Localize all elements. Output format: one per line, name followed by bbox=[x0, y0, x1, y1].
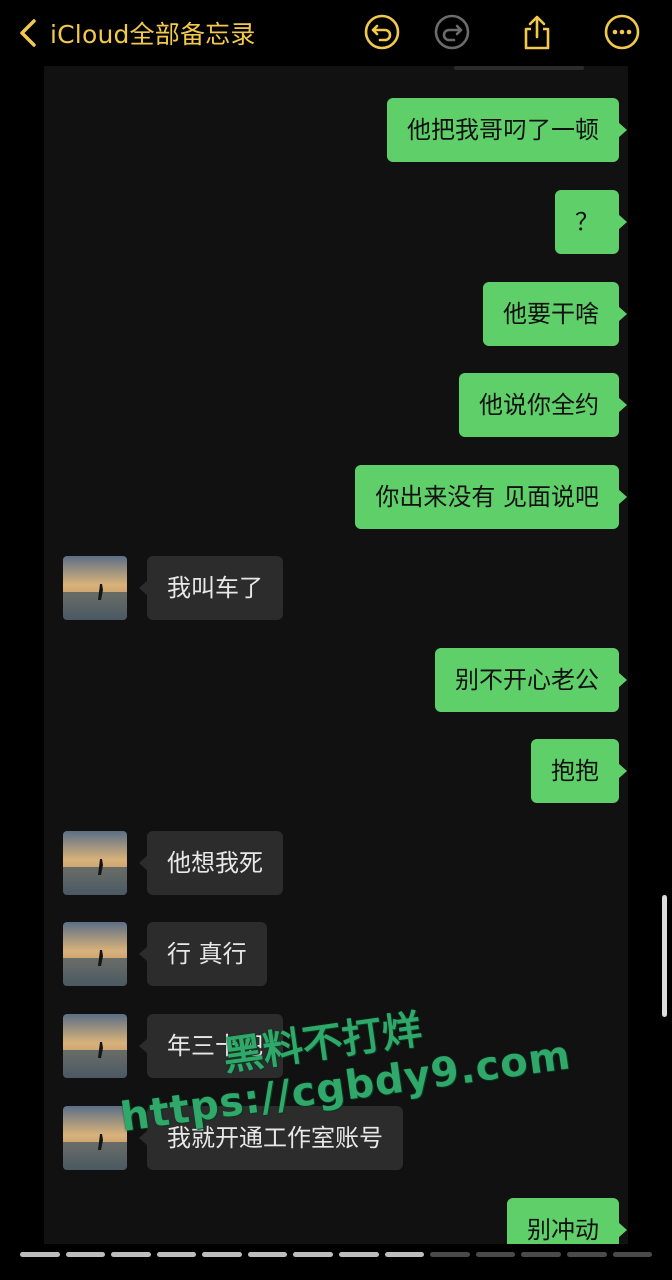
sunset-beach-avatar-image bbox=[63, 1106, 127, 1170]
outgoing-message-bubble: 别不开心老公 bbox=[435, 648, 627, 712]
sunset-beach-avatar-image bbox=[63, 556, 127, 620]
message-row: ？ bbox=[44, 190, 628, 254]
outgoing-message-bubble: 抱抱 bbox=[531, 739, 627, 803]
page-dot[interactable] bbox=[384, 1252, 425, 1257]
page-dot[interactable] bbox=[65, 1252, 106, 1257]
page-dot[interactable] bbox=[521, 1252, 561, 1257]
message-row: 抱抱 bbox=[44, 739, 628, 803]
sunset-beach-avatar-image bbox=[63, 1014, 127, 1078]
message-row: 你出来没有 见面说吧 bbox=[44, 465, 628, 529]
incoming-message-bubble: 我就开通工作室账号 bbox=[139, 1106, 403, 1170]
message-row: 行 真行 bbox=[44, 922, 628, 986]
page-dot[interactable] bbox=[111, 1252, 151, 1257]
message-row: 我叫车了 bbox=[44, 556, 628, 620]
page-dot[interactable] bbox=[475, 1252, 516, 1257]
message-row: 年三十吧 bbox=[44, 1014, 628, 1078]
message-row: 他把我哥叼了一顿 bbox=[44, 98, 628, 162]
avatar bbox=[63, 922, 127, 986]
page-dot[interactable] bbox=[339, 1252, 379, 1257]
back-label: iCloud全部备忘录 bbox=[50, 20, 256, 49]
sunset-beach-avatar-image bbox=[63, 922, 127, 986]
message-row: 他想我死 bbox=[44, 831, 628, 895]
more-icon[interactable] bbox=[603, 13, 641, 51]
message-row: 别不开心老公 bbox=[44, 648, 628, 712]
outgoing-message-bubble: 别冲动 bbox=[507, 1198, 627, 1244]
avatar bbox=[63, 1106, 127, 1170]
redo-icon[interactable] bbox=[433, 13, 471, 51]
avatar bbox=[63, 831, 127, 895]
incoming-message-bubble: 他想我死 bbox=[139, 831, 283, 895]
page-dot[interactable] bbox=[293, 1252, 334, 1257]
page-dot[interactable] bbox=[247, 1252, 288, 1257]
scroll-indicator[interactable] bbox=[662, 895, 667, 1017]
outgoing-message-bubble: 他说你全约 bbox=[459, 373, 627, 437]
outgoing-message-bubble: ？ bbox=[555, 190, 627, 254]
incoming-message-bubble: 年三十吧 bbox=[139, 1014, 283, 1078]
sunset-beach-avatar-image bbox=[63, 831, 127, 895]
back-button[interactable]: iCloud全部备忘录 bbox=[14, 14, 256, 52]
top-bar: iCloud全部备忘录 bbox=[0, 0, 672, 66]
undo-icon[interactable] bbox=[363, 13, 401, 51]
share-icon[interactable] bbox=[518, 13, 556, 51]
message-row: 别冲动 bbox=[44, 1198, 628, 1244]
chat-screenshot-panel: 他把我哥叼了一顿 ？ 他要干啥 他说你全约 你出来没有 见面说吧 我叫车了 别不… bbox=[44, 66, 628, 1244]
page-dot[interactable] bbox=[202, 1252, 242, 1257]
page-dot[interactable] bbox=[566, 1252, 607, 1257]
incoming-message-bubble: 行 真行 bbox=[139, 922, 267, 986]
outgoing-message-bubble: 他要干啥 bbox=[483, 282, 627, 346]
outgoing-message-bubble: 你出来没有 见面说吧 bbox=[355, 465, 627, 529]
chevron-left-icon bbox=[20, 19, 36, 47]
divider bbox=[454, 66, 584, 70]
message-row: 他说你全约 bbox=[44, 373, 628, 437]
page-dot[interactable] bbox=[20, 1252, 60, 1257]
avatar bbox=[63, 1014, 127, 1078]
page-dot[interactable] bbox=[430, 1252, 470, 1257]
message-row: 他要干啥 bbox=[44, 282, 628, 346]
avatar bbox=[63, 556, 127, 620]
page-dot[interactable] bbox=[612, 1252, 653, 1257]
page-dot[interactable] bbox=[156, 1252, 197, 1257]
outgoing-message-bubble: 他把我哥叼了一顿 bbox=[387, 98, 627, 162]
incoming-message-bubble: 我叫车了 bbox=[139, 556, 283, 620]
page-indicator bbox=[20, 1252, 653, 1258]
message-row: 我就开通工作室账号 bbox=[44, 1106, 628, 1170]
